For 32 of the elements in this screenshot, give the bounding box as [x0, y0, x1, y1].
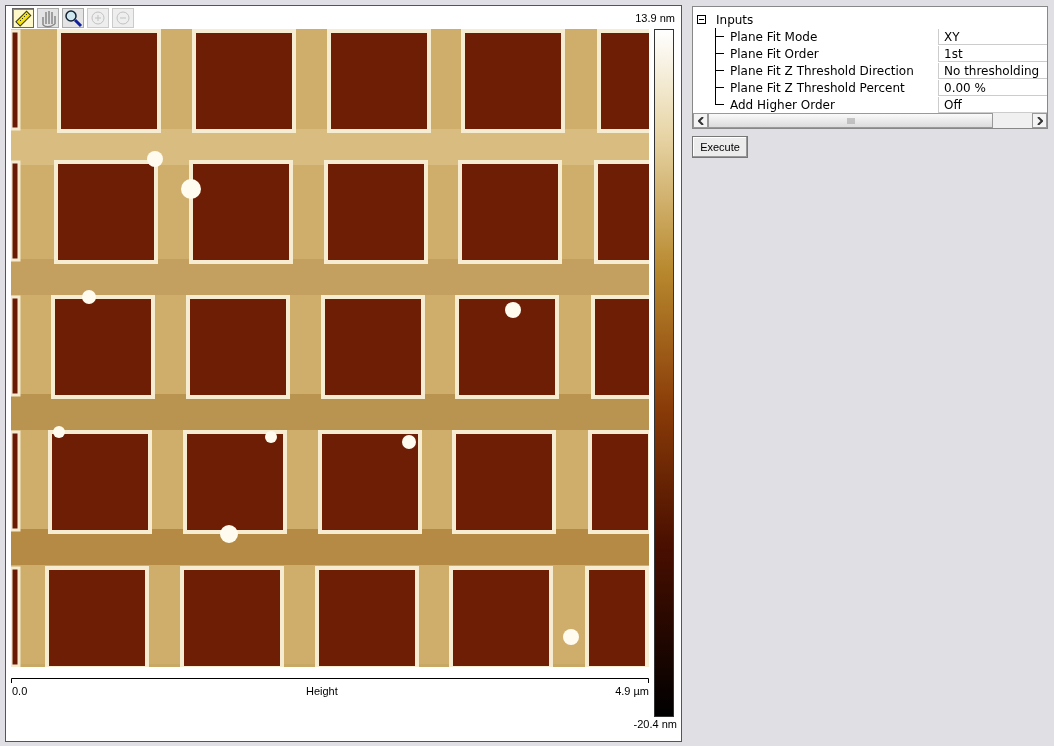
- property-value[interactable]: 1st: [938, 45, 1047, 62]
- scroll-left-button[interactable]: [693, 113, 708, 128]
- group-label: Inputs: [716, 11, 754, 29]
- property-name: Add Higher Order: [730, 96, 836, 114]
- scale-max-label: 13.9 nm: [635, 11, 675, 26]
- tree-line: [714, 62, 724, 79]
- scroll-right-button[interactable]: [1032, 113, 1047, 128]
- property-value[interactable]: 0.00 %: [938, 79, 1047, 96]
- property-value[interactable]: XY: [938, 28, 1047, 45]
- property-name: Plane Fit Mode: [730, 28, 819, 46]
- property-name: Plane Fit Order: [730, 45, 820, 63]
- scale-min-label: -20.4 nm: [633, 717, 677, 732]
- execute-button[interactable]: Execute: [692, 136, 748, 158]
- grip-icon: [846, 117, 855, 124]
- tool-button[interactable]: [62, 8, 84, 28]
- horizontal-scrollbar[interactable]: [693, 113, 1047, 128]
- axis-title: Height: [306, 684, 338, 699]
- collapse-icon[interactable]: [697, 15, 706, 24]
- ruler-icon: [13, 8, 33, 28]
- tool-button[interactable]: [12, 8, 34, 28]
- property-name: Plane Fit Z Threshold Percent: [730, 79, 906, 97]
- property-name: Plane Fit Z Threshold Direction: [730, 62, 915, 80]
- scrollbar-thumb[interactable]: [708, 113, 993, 128]
- tree-line: [714, 28, 724, 45]
- property-value[interactable]: No thresholding: [938, 62, 1047, 79]
- property-value[interactable]: Off: [938, 96, 1047, 113]
- search-icon: [63, 8, 83, 28]
- axis-start-label: 0.0: [12, 684, 28, 699]
- axis-end-label: 4.9 µm: [615, 684, 649, 699]
- zoom-out-icon: [113, 8, 133, 28]
- zoom-in-icon: [88, 8, 108, 28]
- tree-line: [714, 45, 724, 62]
